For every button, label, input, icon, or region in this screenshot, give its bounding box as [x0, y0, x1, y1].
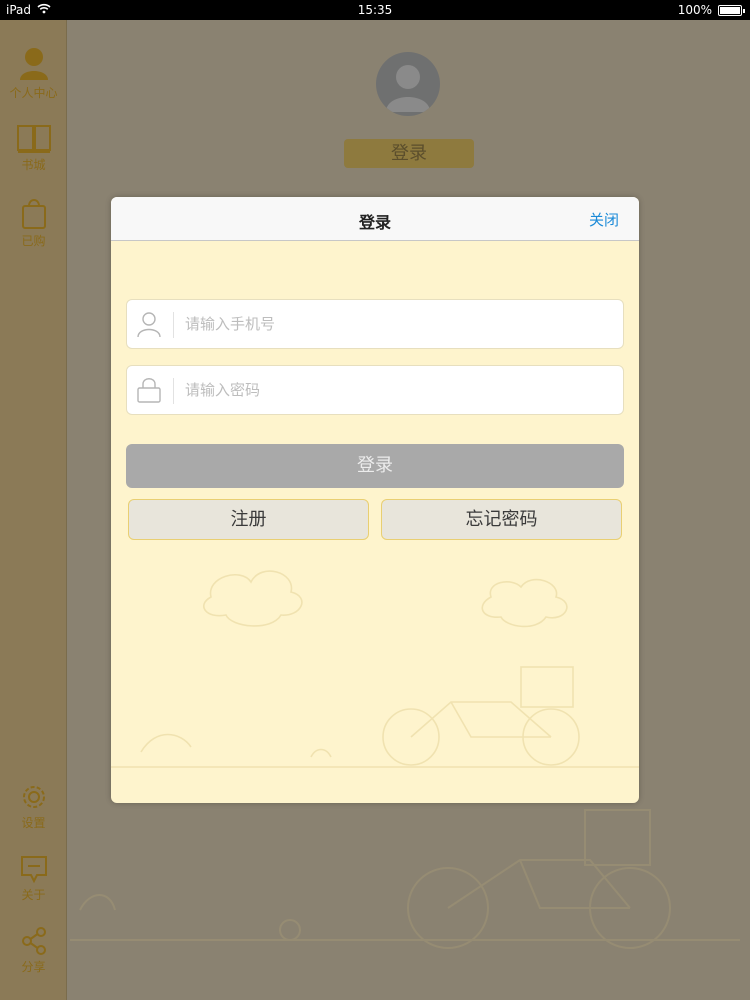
lock-icon: [135, 376, 163, 408]
sidebar-item-label: 已购: [21, 234, 46, 248]
battery-icon: [718, 4, 745, 16]
sidebar-item-profile[interactable]: 个人中心: [0, 46, 67, 101]
sidebar-item-label: 分享: [21, 960, 46, 974]
forgot-password-button[interactable]: 忘记密码: [381, 499, 622, 540]
sidebar-item-share[interactable]: 分享: [0, 926, 67, 975]
decorative-illustration: [111, 570, 639, 768]
field-divider: [173, 312, 174, 338]
close-button[interactable]: 关闭: [589, 209, 619, 230]
field-divider: [173, 378, 174, 404]
sidebar-item-label: 设置: [21, 816, 46, 830]
sidebar-item-label: 个人中心: [9, 86, 58, 100]
user-icon: [135, 310, 163, 342]
login-button[interactable]: 登录: [126, 444, 624, 488]
gear-icon: [22, 786, 45, 808]
status-bar: iPad 15:35 100%: [0, 0, 750, 20]
message-icon: [20, 856, 47, 884]
person-icon: [19, 48, 48, 80]
sidebar-item-about[interactable]: 关于: [0, 854, 67, 903]
sidebar-item-label: 书城: [21, 158, 46, 172]
status-right: 100%: [677, 3, 745, 17]
share-icon: [21, 927, 46, 955]
sidebar-item-settings[interactable]: 设置: [0, 782, 67, 831]
phone-input[interactable]: [185, 300, 615, 348]
person-icon: [386, 65, 430, 112]
password-input[interactable]: [185, 366, 615, 414]
avatar: [376, 52, 440, 116]
modal-header: 登录 关闭: [111, 197, 639, 241]
sidebar-item-label: 关于: [21, 888, 46, 902]
phone-field: [126, 299, 624, 349]
login-modal: 登录 关闭 登录 注册 忘记密码: [111, 197, 639, 803]
register-button[interactable]: 注册: [128, 499, 369, 540]
status-time: 15:35: [357, 3, 393, 17]
book-icon: [16, 125, 51, 153]
sidebar-item-purchased[interactable]: 已购: [0, 196, 67, 249]
modal-title: 登录: [358, 213, 391, 232]
battery-percent: 100%: [677, 3, 712, 17]
sidebar: 个人中心 书城 已购 设置 关于 分享: [0, 20, 67, 1000]
sidebar-item-bookstore[interactable]: 书城: [0, 122, 67, 173]
password-field: [126, 365, 624, 415]
background-login-button: 登录: [344, 139, 474, 168]
background-illustration: [70, 809, 740, 949]
shopping-bag-icon: [21, 199, 46, 229]
